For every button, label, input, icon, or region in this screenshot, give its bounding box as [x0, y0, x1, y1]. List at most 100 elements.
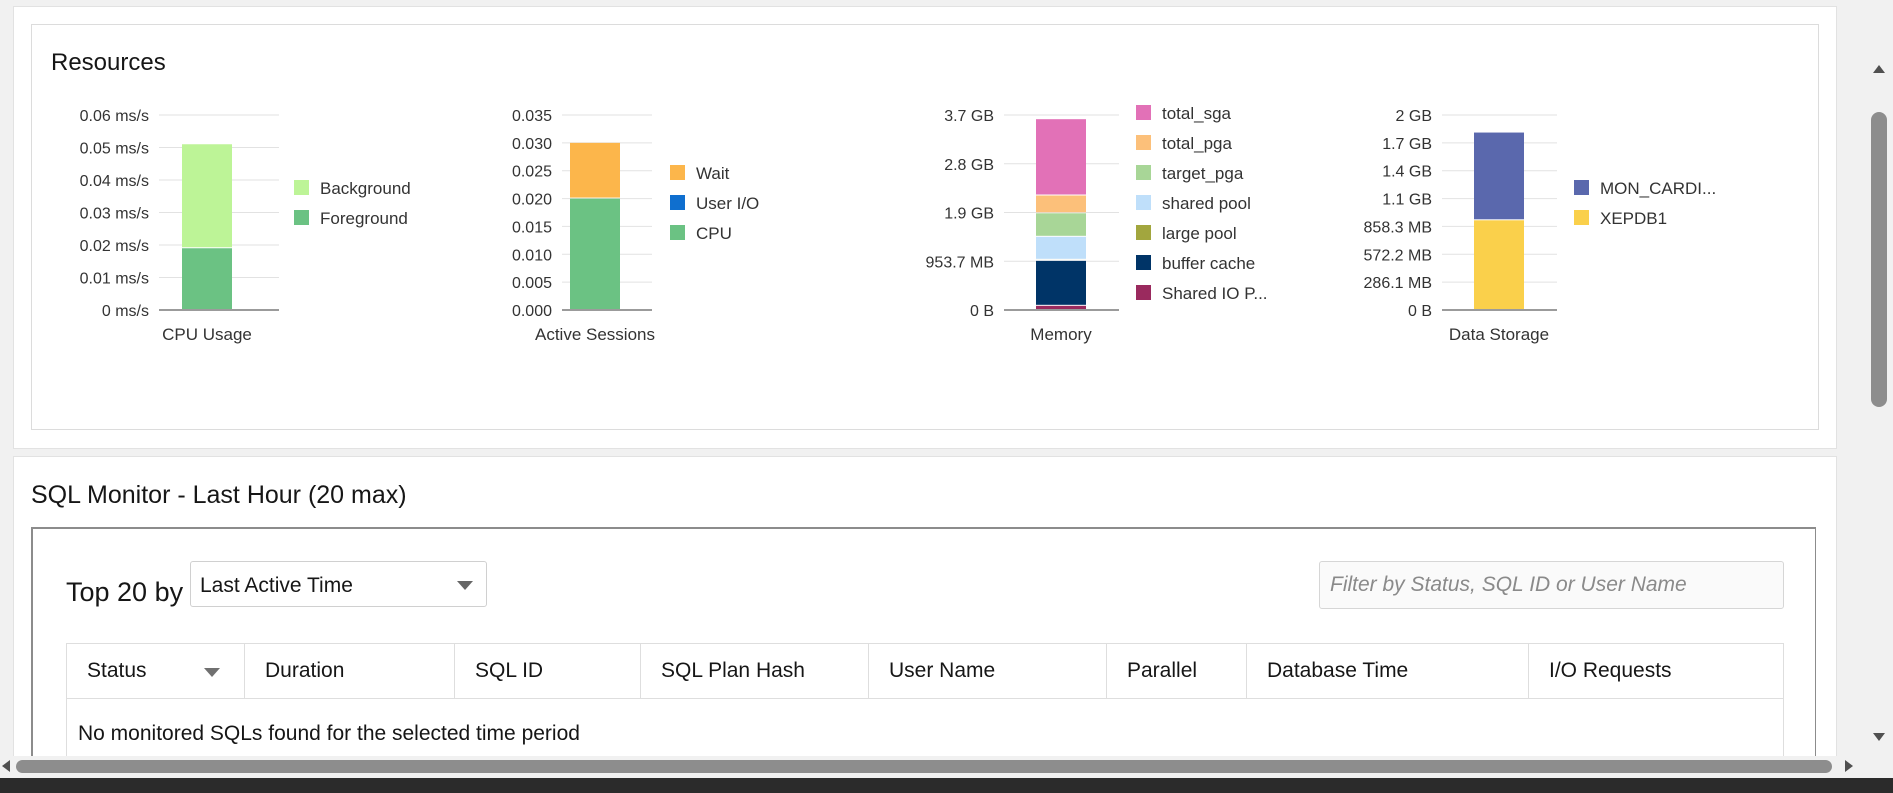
y-tick-label: 286.1 MB: [1364, 275, 1432, 292]
legend-swatch[interactable]: [294, 180, 309, 195]
legend-label[interactable]: Wait: [696, 164, 730, 183]
y-tick-label: 0 B: [970, 303, 994, 320]
sort-by-select[interactable]: Last Active Time: [190, 561, 487, 607]
y-tick-label: 0 ms/s: [102, 303, 149, 320]
bar-segment[interactable]: [1036, 236, 1086, 259]
y-tick-label: 1.1 GB: [1382, 192, 1432, 209]
column-header-label: SQL ID: [475, 659, 544, 682]
y-tick-label: 1.9 GB: [944, 206, 994, 223]
y-tick-label: 0.035: [512, 108, 552, 125]
bar-segment[interactable]: [1474, 220, 1524, 309]
column-header-sql-plan-hash[interactable]: SQL Plan Hash: [641, 644, 869, 699]
bar-segment[interactable]: [1036, 260, 1086, 305]
resources-panel: Resources 0 ms/s 0.01 ms/s 0.02 ms/s 0.03 m…: [13, 6, 1837, 449]
legend-label[interactable]: total_pga: [1162, 134, 1232, 153]
column-header-label: User Name: [889, 659, 996, 682]
y-tick-label: 0.04 ms/s: [80, 173, 149, 190]
resources-title: Resources: [51, 49, 166, 76]
y-tick-label: 0.02 ms/s: [80, 238, 149, 255]
column-header-io-requests[interactable]: I/O Requests: [1529, 644, 1785, 699]
sql-monitor-panel: SQL Monitor - Last Hour (20 max) Top 20 …: [13, 456, 1837, 789]
bar-segment[interactable]: [570, 198, 620, 309]
y-tick-label: 3.7 GB: [944, 108, 994, 125]
column-header-database-time[interactable]: Database Time: [1247, 644, 1529, 699]
y-tick-label: 0.06 ms/s: [80, 108, 149, 125]
filter-input[interactable]: [1319, 561, 1784, 609]
legend-label[interactable]: Background: [320, 179, 411, 198]
sql-monitor-title: SQL Monitor - Last Hour (20 max): [31, 481, 407, 509]
scroll-right-arrow-icon[interactable]: [1845, 760, 1853, 772]
column-header-sql-id[interactable]: SQL ID: [455, 644, 641, 699]
y-tick-label: 2 GB: [1396, 108, 1432, 125]
y-tick-label: 0.030: [512, 136, 552, 153]
bar-segment[interactable]: [1474, 132, 1524, 220]
legend-swatch[interactable]: [670, 195, 685, 210]
table-header-row: Status Duration SQL ID SQL Plan Hash Use…: [66, 643, 1784, 699]
legend-swatch[interactable]: [1136, 285, 1151, 300]
y-tick-label: 953.7 MB: [926, 254, 994, 271]
table-body: No monitored SQLs found for the selected…: [66, 698, 1784, 758]
legend-label[interactable]: Foreground: [320, 209, 408, 228]
legend-label[interactable]: large pool: [1162, 224, 1237, 243]
legend-label[interactable]: CPU: [696, 224, 732, 243]
x-axis-label: Active Sessions: [535, 325, 655, 344]
y-tick-label: 0.005: [512, 275, 552, 292]
legend-swatch[interactable]: [670, 225, 685, 240]
y-tick-label: 0.01 ms/s: [80, 271, 149, 288]
y-tick-label: 0.015: [512, 219, 552, 236]
legend-swatch[interactable]: [1136, 105, 1151, 120]
legend-label[interactable]: total_sga: [1162, 104, 1232, 123]
y-tick-label: 0.03 ms/s: [80, 206, 149, 223]
legend-label[interactable]: User I/O: [696, 194, 759, 213]
horizontal-scrollbar-thumb[interactable]: [16, 760, 1832, 773]
legend-swatch[interactable]: [1136, 195, 1151, 210]
legend-swatch[interactable]: [1574, 180, 1589, 195]
scroll-up-arrow-icon[interactable]: [1873, 65, 1885, 73]
bar-segment[interactable]: [182, 248, 232, 309]
sql-monitor-region: Top 20 by Last Active Time Status Durati…: [31, 527, 1816, 789]
legend-swatch[interactable]: [294, 210, 309, 225]
legend-swatch[interactable]: [1574, 210, 1589, 225]
column-header-status[interactable]: Status: [67, 644, 245, 699]
scroll-left-arrow-icon[interactable]: [2, 760, 10, 772]
legend-label[interactable]: Shared IO P...: [1162, 284, 1268, 303]
legend-swatch[interactable]: [1136, 225, 1151, 240]
bar-segment[interactable]: [1036, 119, 1086, 195]
sort-desc-icon[interactable]: [204, 668, 220, 677]
legend-swatch[interactable]: [1136, 135, 1151, 150]
bar-segment[interactable]: [570, 142, 620, 198]
legend-label[interactable]: XEPDB1: [1600, 209, 1667, 228]
bar-segment[interactable]: [1036, 305, 1086, 309]
vertical-scrollbar-thumb[interactable]: [1871, 112, 1887, 407]
y-tick-label: 0.025: [512, 164, 552, 181]
y-tick-label: 0.010: [512, 247, 552, 264]
legend-swatch[interactable]: [1136, 165, 1151, 180]
legend-swatch[interactable]: [670, 165, 685, 180]
legend-label[interactable]: shared pool: [1162, 194, 1251, 213]
bar-segment[interactable]: [1036, 213, 1086, 236]
top-by-label: Top 20 by: [66, 577, 184, 607]
y-tick-label: 0.000: [512, 303, 552, 320]
y-tick-label: 2.8 GB: [944, 157, 994, 174]
legend-label[interactable]: MON_CARDI...: [1600, 179, 1716, 198]
legend-label[interactable]: buffer cache: [1162, 254, 1255, 273]
bar-segment[interactable]: [182, 144, 232, 248]
column-header-user-name[interactable]: User Name: [869, 644, 1107, 699]
resources-panel-inner: Resources 0 ms/s 0.01 ms/s 0.02 ms/s 0.03 m…: [31, 24, 1819, 430]
column-header-parallel[interactable]: Parallel: [1107, 644, 1247, 699]
bar-segment[interactable]: [1036, 195, 1086, 213]
chevron-down-icon: [457, 581, 473, 590]
scroll-down-arrow-icon[interactable]: [1873, 733, 1885, 741]
memory-chart: 0 B 953.7 MB 1.9 GB 2.8 GB 3.7 GB Memory total…: [926, 104, 1268, 344]
sort-by-value: Last Active Time: [200, 574, 353, 597]
legend-swatch[interactable]: [1136, 255, 1151, 270]
cpu-usage-chart: 0 ms/s 0.01 ms/s 0.02 ms/s 0.03 ms/s 0.04 ms…: [80, 108, 411, 344]
column-header-label: Duration: [265, 659, 345, 682]
column-header-label: Parallel: [1127, 659, 1198, 682]
column-header-duration[interactable]: Duration: [245, 644, 455, 699]
window-bottom-edge: [0, 778, 1893, 793]
y-tick-label: 858.3 MB: [1364, 219, 1432, 236]
legend-label[interactable]: target_pga: [1162, 164, 1244, 183]
y-tick-label: 0.020: [512, 192, 552, 209]
active-sessions-chart: 0.000 0.005 0.010 0.015 0.020 0.025 0.030 0.035…: [512, 108, 759, 344]
